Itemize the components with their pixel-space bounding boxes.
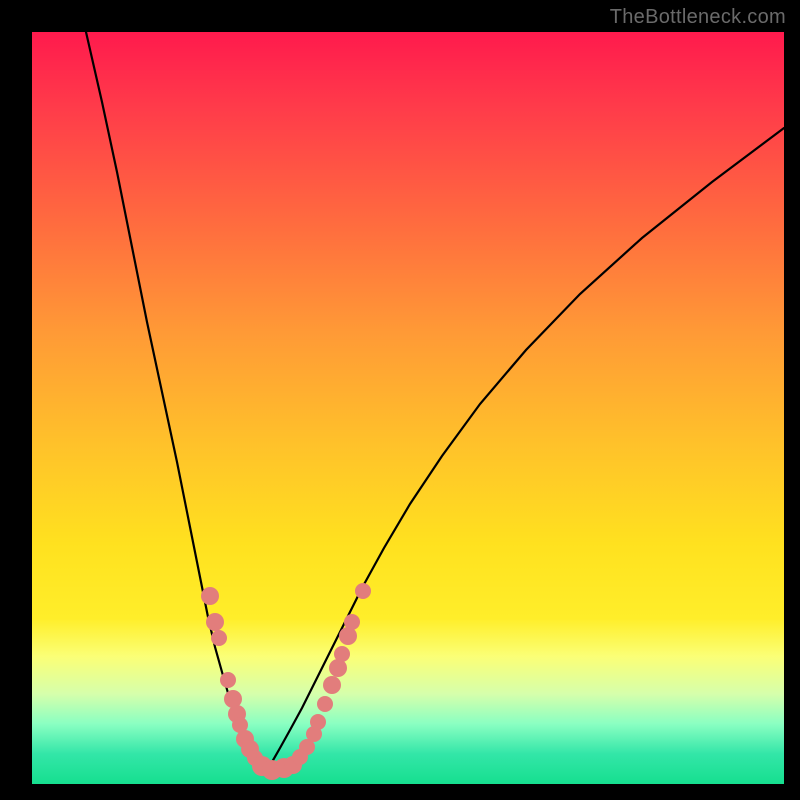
chart-frame: TheBottleneck.com: [0, 0, 800, 800]
curve-group: [86, 32, 784, 772]
curve-right-branch: [266, 128, 784, 772]
data-marker: [334, 646, 350, 662]
marker-group: [201, 583, 371, 780]
data-marker: [355, 583, 371, 599]
watermark-text: TheBottleneck.com: [610, 6, 786, 29]
data-marker: [310, 714, 326, 730]
data-marker: [206, 613, 224, 631]
data-marker: [339, 627, 357, 645]
data-marker: [201, 587, 219, 605]
data-marker: [344, 614, 360, 630]
data-marker: [329, 659, 347, 677]
curve-left-branch: [86, 32, 266, 772]
data-marker: [211, 630, 227, 646]
plot-area: [32, 32, 784, 784]
data-marker: [220, 672, 236, 688]
curve-svg: [32, 32, 784, 784]
data-marker: [317, 696, 333, 712]
data-marker: [323, 676, 341, 694]
